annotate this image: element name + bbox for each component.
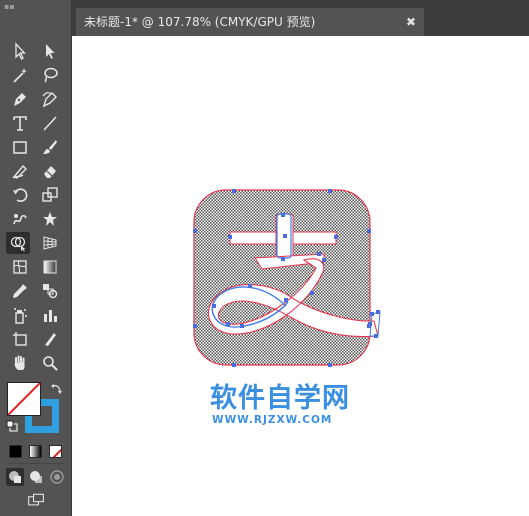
pen-tool-icon[interactable]	[8, 88, 32, 110]
change-screen-mode-icon[interactable]	[24, 490, 48, 510]
color-mode-button[interactable]	[9, 445, 22, 458]
gradient-tool-icon[interactable]	[38, 256, 62, 278]
selection-tool-icon[interactable]	[8, 40, 32, 62]
shaper-tool-icon[interactable]	[8, 160, 32, 182]
default-fill-stroke-icon[interactable]	[6, 420, 18, 432]
curvature-tool-icon[interactable]	[38, 88, 62, 110]
rotate-tool-icon[interactable]	[8, 184, 32, 206]
symbol-sprayer-tool-icon[interactable]	[8, 304, 32, 326]
tools-panel: ▪▪	[0, 0, 72, 516]
gradient-mode-button[interactable]	[29, 445, 42, 458]
watermark-url: WWW.RJZXW.COM	[212, 414, 333, 426]
zoom-tool-icon[interactable]	[38, 352, 62, 374]
eyedropper-tool-icon[interactable]	[8, 280, 32, 302]
magic-wand-tool-icon[interactable]	[8, 64, 32, 86]
draw-normal-icon[interactable]	[6, 468, 24, 486]
document-tab[interactable]: 未标题-1* @ 107.78% (CMYK/GPU 预览) ✖	[76, 8, 424, 36]
direct-selection-tool-icon[interactable]	[38, 40, 62, 62]
rectangle-tool-icon[interactable]	[8, 136, 32, 158]
draw-behind-icon[interactable]	[27, 468, 45, 486]
artboard-canvas[interactable]: 软件自学网 WWW.RJZXW.COM	[72, 36, 529, 516]
close-icon[interactable]: ✖	[406, 8, 416, 36]
shape-builder-tool-icon[interactable]	[6, 232, 30, 254]
lasso-tool-icon[interactable]	[38, 64, 62, 86]
no-fill-slash-icon	[8, 383, 40, 415]
line-segment-tool-icon[interactable]	[38, 112, 62, 134]
scale-tool-icon[interactable]	[38, 184, 62, 206]
document-tab-title: 未标题-1* @ 107.78% (CMYK/GPU 预览)	[84, 15, 316, 29]
mesh-tool-icon[interactable]	[8, 256, 32, 278]
blend-tool-icon[interactable]	[38, 280, 62, 302]
draw-inside-icon[interactable]	[48, 468, 66, 486]
fill-color-swatch[interactable]	[7, 382, 41, 416]
type-tool-icon[interactable]	[8, 112, 32, 134]
free-transform-tool-icon[interactable]	[38, 208, 62, 230]
column-graph-tool-icon[interactable]	[38, 304, 62, 326]
artwork[interactable]	[72, 36, 529, 516]
paintbrush-tool-icon[interactable]	[38, 136, 62, 158]
hand-tool-icon[interactable]	[8, 352, 32, 374]
toolbar-divider	[6, 463, 64, 464]
panel-grip-icon[interactable]: ▪▪	[4, 3, 15, 11]
warp-tool-icon[interactable]	[8, 208, 32, 230]
swap-fill-stroke-icon[interactable]	[50, 382, 64, 396]
none-mode-button[interactable]	[49, 445, 62, 458]
eraser-tool-icon[interactable]	[38, 160, 62, 182]
artboard-tool-icon[interactable]	[8, 328, 32, 350]
watermark-title: 软件自学网	[210, 383, 350, 414]
perspective-grid-tool-icon[interactable]	[38, 232, 62, 254]
document-tab-bar: 未标题-1* @ 107.78% (CMYK/GPU 预览) ✖	[72, 0, 529, 36]
slice-tool-icon[interactable]	[38, 328, 62, 350]
